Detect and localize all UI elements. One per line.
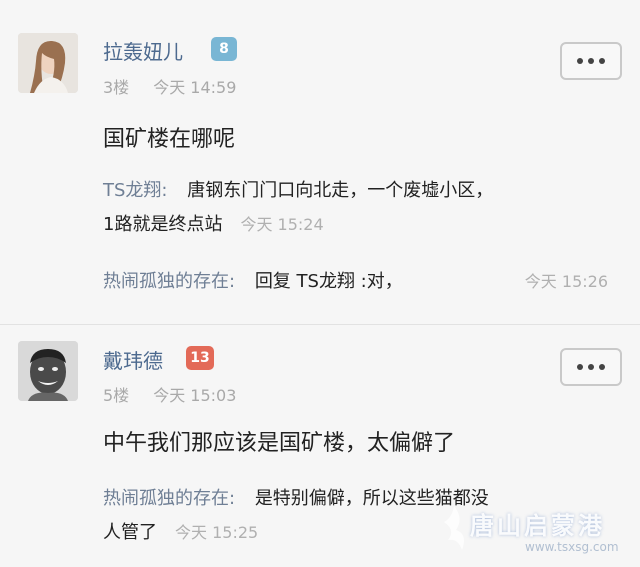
user-avatar[interactable]: [18, 33, 78, 93]
more-button[interactable]: [560, 42, 622, 80]
comment-time: 今天 15:03: [153, 386, 237, 405]
username[interactable]: 戴玮德: [103, 345, 163, 374]
comment-item: 拉轰妞儿 8 3楼 今天 14:59 国矿楼在哪呢 TS龙翔: 唐钢东门门口向北走…: [0, 0, 640, 324]
watermark-url: www.tsxsg.com: [525, 540, 619, 554]
comment-meta: 5楼 今天 15:03: [103, 382, 236, 406]
level-badge: 13: [186, 346, 214, 370]
reply-text: 回复 TS龙翔 :对，: [254, 271, 403, 292]
reply-time: 今天 15:24: [240, 215, 324, 234]
comment-content: 国矿楼在哪呢: [103, 127, 236, 152]
reply-time: 今天 15:25: [175, 523, 259, 542]
reply-author[interactable]: 热闹孤独的存在:: [103, 271, 235, 292]
comment-meta: 3楼 今天 14:59: [103, 74, 236, 98]
username[interactable]: 拉轰妞儿: [103, 36, 183, 65]
reply-item[interactable]: TS龙翔: 唐钢东门门口向北走，一个废墟小区， 1路就是终点站 今天 15:24: [103, 174, 608, 242]
watermark-logo-icon: [444, 506, 464, 550]
reply-item[interactable]: 热闹孤独的存在: 回复 TS龙翔 :对， 今天 15:26: [103, 265, 608, 299]
user-avatar[interactable]: [18, 341, 78, 401]
floor-number: 3楼: [103, 78, 130, 97]
reply-text-line2: 人管了: [103, 522, 157, 543]
reply-time: 今天 15:26: [524, 272, 608, 291]
comment-content: 中午我们那应该是国矿楼，太偏僻了: [103, 431, 456, 456]
reply-author[interactable]: TS龙翔:: [103, 180, 168, 201]
more-button[interactable]: [560, 348, 622, 386]
more-dots-icon: [577, 364, 583, 370]
avatar-image: [18, 341, 78, 401]
reply-author[interactable]: 热闹孤独的存在:: [103, 488, 235, 509]
watermark-text: 唐山启蒙港: [470, 512, 605, 540]
reply-text-line2: 1路就是终点站: [103, 214, 223, 235]
floor-number: 5楼: [103, 386, 130, 405]
reply-text: 唐钢东门门口向北走，一个废墟小区，: [187, 180, 494, 201]
watermark: 唐山启蒙港 www.tsxsg.com: [430, 500, 635, 562]
comment-time: 今天 14:59: [153, 78, 237, 97]
avatar-image: [18, 33, 78, 93]
level-badge: 8: [211, 37, 237, 61]
more-dots-icon: [577, 58, 583, 64]
